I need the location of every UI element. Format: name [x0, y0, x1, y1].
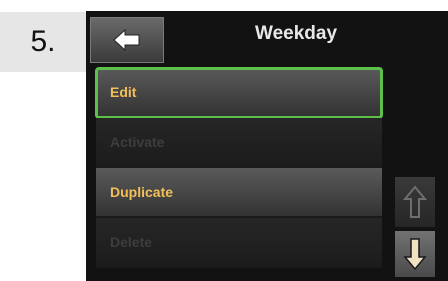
menu-item-delete: Delete	[96, 218, 382, 268]
scroll-up-button[interactable]	[395, 177, 435, 227]
menu-item-edit[interactable]: Edit	[95, 67, 383, 119]
scroll-down-button[interactable]	[395, 231, 435, 277]
step-number: 5.	[0, 12, 86, 72]
menu-list: Edit Activate Duplicate Delete	[95, 67, 383, 268]
menu-item-label: Delete	[110, 234, 153, 250]
device-screen: Weekday Edit Activate Duplicate Delete	[86, 11, 448, 281]
page-title: Weekday	[254, 23, 338, 44]
back-button[interactable]	[90, 17, 164, 63]
arrow-left-icon	[113, 28, 140, 52]
menu-item-label: Edit	[110, 84, 137, 100]
menu-item-label: Duplicate	[110, 184, 174, 200]
arrow-down-icon	[403, 238, 427, 271]
arrow-up-icon	[403, 185, 427, 218]
menu-item-duplicate[interactable]: Duplicate	[96, 168, 382, 218]
menu-item-label: Activate	[110, 134, 165, 150]
header-bar: Weekday	[86, 11, 448, 63]
menu-item-activate: Activate	[96, 118, 382, 168]
